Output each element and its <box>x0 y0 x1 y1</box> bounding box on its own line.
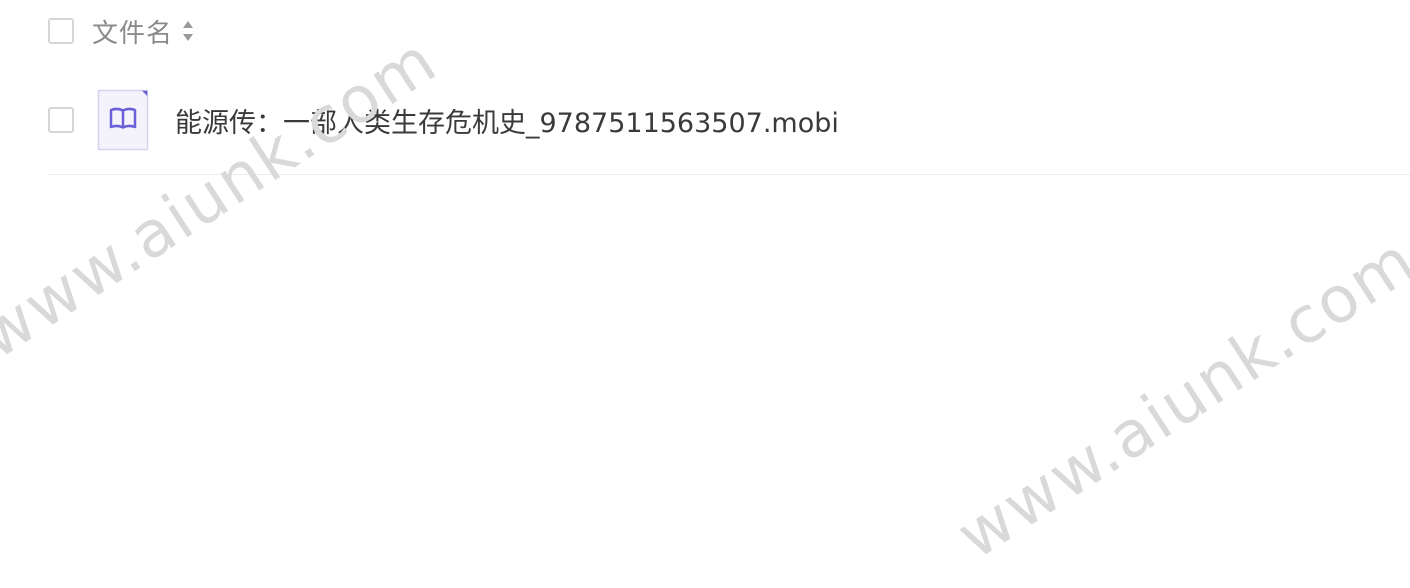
filename-column-header[interactable]: 文件名 <box>92 13 173 50</box>
select-all-checkbox[interactable] <box>48 18 74 44</box>
table-row[interactable]: 能源传：一部人类生存危机史_9787511563507.mobi <box>48 88 839 152</box>
file-list-page: 文件名 能源传：一部人类生存危机史_9787511563507.mobi www… <box>0 0 1410 588</box>
watermark-text: www.aiunk.com <box>0 23 451 375</box>
book-icon <box>97 89 149 151</box>
sort-icon[interactable] <box>181 19 195 43</box>
watermark-text: www.aiunk.com <box>944 223 1410 575</box>
row-checkbox[interactable] <box>48 107 74 133</box>
list-header: 文件名 <box>48 16 195 49</box>
